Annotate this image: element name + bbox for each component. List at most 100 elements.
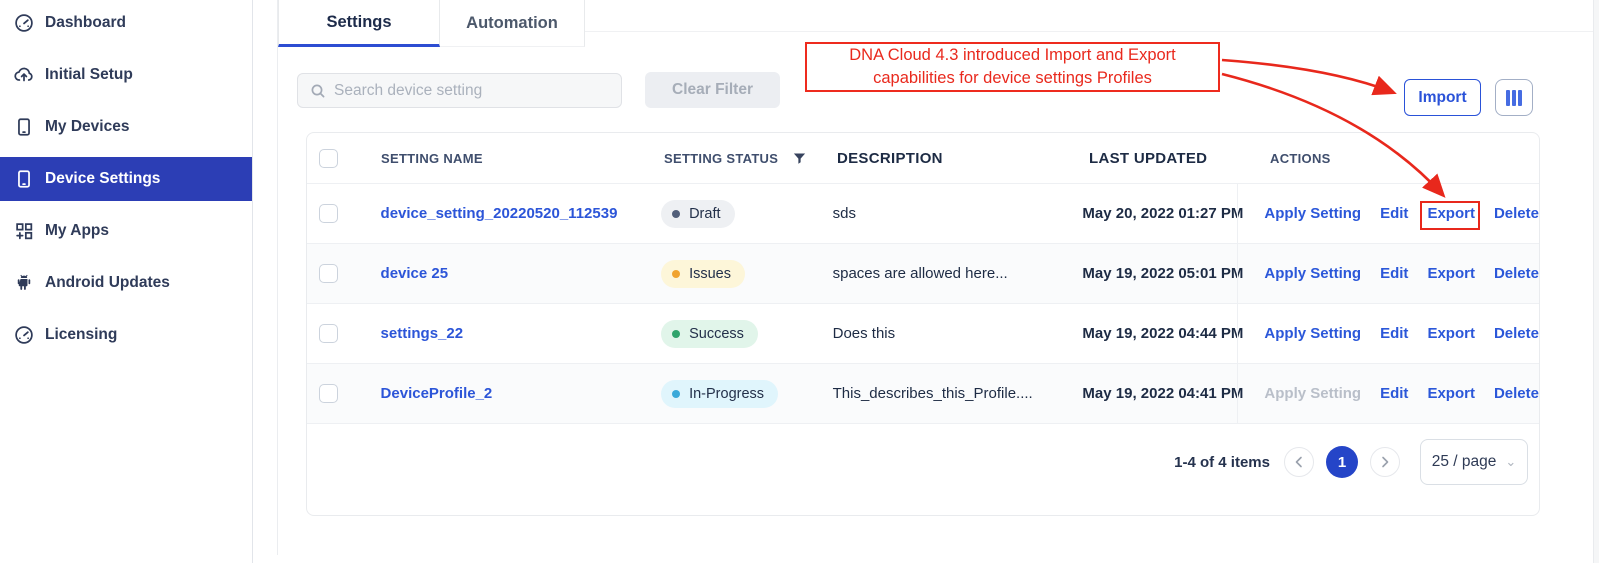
apply-setting-link[interactable]: Apply Setting (1264, 205, 1361, 222)
apply-setting-link[interactable]: Apply Setting (1264, 385, 1361, 402)
next-page-button[interactable] (1370, 447, 1400, 477)
row-checkbox[interactable] (319, 384, 338, 403)
description-cell: sds (821, 205, 1071, 222)
header-divider (585, 31, 1599, 32)
status-label: In-Progress (689, 386, 764, 402)
delete-link[interactable]: Delete (1494, 385, 1539, 402)
status-dot-icon (672, 390, 680, 398)
gauge-icon (12, 11, 36, 35)
pagination: 1-4 of 4 items 1 25 / page ⌄ (307, 424, 1541, 500)
delete-link[interactable]: Delete (1494, 205, 1539, 222)
import-button[interactable]: Import (1404, 79, 1481, 116)
sidebar-nav: Dashboard Initial Setup My Devices Devic… (0, 0, 252, 357)
sidebar-item-label: Device Settings (45, 170, 160, 188)
status-dot-icon (672, 330, 680, 338)
column-header-description[interactable]: DESCRIPTION (825, 150, 1077, 167)
status-label: Draft (689, 206, 720, 222)
settings-table-card: SETTING NAME SETTING STATUS DESCRIPTION … (306, 132, 1540, 516)
annotation-arrow-import (1222, 60, 1392, 92)
android-icon (12, 271, 36, 295)
column-header-setting-status[interactable]: SETTING STATUS (652, 151, 825, 166)
annotation-callout: DNA Cloud 4.3 introduced Import and Expo… (805, 42, 1220, 92)
columns-toggle-button[interactable] (1495, 79, 1533, 116)
annotation-line2: capabilities for device settings Profile… (807, 67, 1218, 90)
last-updated-cell: May 19, 2022 04:41 PM (1070, 385, 1237, 402)
sidebar-item-initial-setup[interactable]: Initial Setup (0, 53, 252, 97)
row-checkbox[interactable] (319, 324, 338, 343)
sidebar-item-my-devices[interactable]: My Devices (0, 105, 252, 149)
table-row: settings_22 Success Does this May 19, 20… (307, 304, 1539, 364)
search-input[interactable] (334, 82, 609, 100)
export-link[interactable]: Export (1427, 325, 1475, 342)
sidebar-item-label: My Apps (45, 222, 109, 240)
page-1-button[interactable]: 1 (1326, 446, 1358, 478)
filter-icon[interactable] (792, 151, 807, 166)
delete-link[interactable]: Delete (1494, 325, 1539, 342)
column-header-last-updated[interactable]: LAST UPDATED (1077, 150, 1244, 167)
sidebar-item-label: Dashboard (45, 14, 126, 32)
setting-name-link[interactable]: settings_22 (381, 325, 464, 342)
table-row: DeviceProfile_2 In-Progress This_describ… (307, 364, 1539, 424)
sidebar-item-label: Initial Setup (45, 66, 133, 84)
setting-name-link[interactable]: device_setting_20220520_112539 (381, 205, 618, 222)
edit-link[interactable]: Edit (1380, 325, 1408, 342)
select-all-checkbox[interactable] (319, 149, 338, 168)
gauge-icon (12, 323, 36, 347)
sidebar-item-label: My Devices (45, 118, 129, 136)
chevron-left-icon (1293, 456, 1305, 468)
search-icon (310, 83, 326, 99)
status-label: Success (689, 326, 744, 342)
tab-settings[interactable]: Settings (278, 0, 440, 47)
tablet-icon (12, 167, 36, 191)
export-link[interactable]: Export (1427, 265, 1475, 282)
sidebar-item-label: Android Updates (45, 274, 170, 292)
tab-automation[interactable]: Automation (440, 0, 585, 47)
status-badge: Issues (661, 260, 745, 288)
column-header-actions: ACTIONS (1244, 133, 1539, 183)
sidebar-item-dashboard[interactable]: Dashboard (0, 1, 252, 45)
sidebar-item-device-settings[interactable]: Device Settings (0, 157, 252, 201)
last-updated-cell: May 19, 2022 05:01 PM (1070, 265, 1237, 282)
export-link[interactable]: Export (1427, 385, 1475, 402)
page-size-select[interactable]: 25 / page ⌄ (1420, 439, 1528, 485)
edit-link[interactable]: Edit (1380, 385, 1408, 402)
apply-setting-link[interactable]: Apply Setting (1264, 325, 1361, 342)
setting-name-link[interactable]: device 25 (381, 265, 449, 282)
status-dot-icon (672, 270, 680, 278)
sidebar-item-licensing[interactable]: Licensing (0, 313, 252, 357)
previous-page-button[interactable] (1284, 447, 1314, 477)
chevron-right-icon (1379, 456, 1391, 468)
annotation-line1: DNA Cloud 4.3 introduced Import and Expo… (807, 44, 1218, 67)
page-scrollbar[interactable] (1593, 0, 1599, 563)
sidebar-item-my-apps[interactable]: My Apps (0, 209, 252, 253)
edit-link[interactable]: Edit (1380, 265, 1408, 282)
edit-link[interactable]: Edit (1380, 205, 1408, 222)
clear-filter-button[interactable]: Clear Filter (645, 72, 780, 108)
status-dot-icon (672, 210, 680, 218)
delete-link[interactable]: Delete (1494, 265, 1539, 282)
status-badge: Draft (661, 200, 734, 228)
column-header-setting-name[interactable]: SETTING NAME (369, 151, 652, 166)
search-box (297, 73, 622, 108)
table-row: device 25 Issues spaces are allowed here… (307, 244, 1539, 304)
chevron-down-icon: ⌄ (1505, 454, 1516, 470)
description-cell: Does this (821, 325, 1071, 342)
content-panel-border (277, 0, 278, 555)
last-updated-cell: May 20, 2022 01:27 PM (1070, 205, 1237, 222)
page-size-value: 25 / page (1432, 453, 1497, 471)
apply-setting-link[interactable]: Apply Setting (1264, 265, 1361, 282)
app-root: Dashboard Initial Setup My Devices Devic… (0, 0, 1599, 563)
cloud-upload-icon (12, 63, 36, 87)
columns-icon (1506, 90, 1522, 106)
row-checkbox[interactable] (319, 204, 338, 223)
export-highlight-box (1420, 201, 1480, 230)
table-header-row: SETTING NAME SETTING STATUS DESCRIPTION … (307, 133, 1539, 184)
sidebar-item-android-updates[interactable]: Android Updates (0, 261, 252, 305)
last-updated-cell: May 19, 2022 04:44 PM (1070, 325, 1237, 342)
description-cell: spaces are allowed here... (821, 265, 1071, 282)
setting-name-link[interactable]: DeviceProfile_2 (381, 385, 493, 402)
status-badge: Success (661, 320, 758, 348)
row-checkbox[interactable] (319, 264, 338, 283)
status-badge: In-Progress (661, 380, 778, 408)
sidebar-item-label: Licensing (45, 326, 117, 344)
